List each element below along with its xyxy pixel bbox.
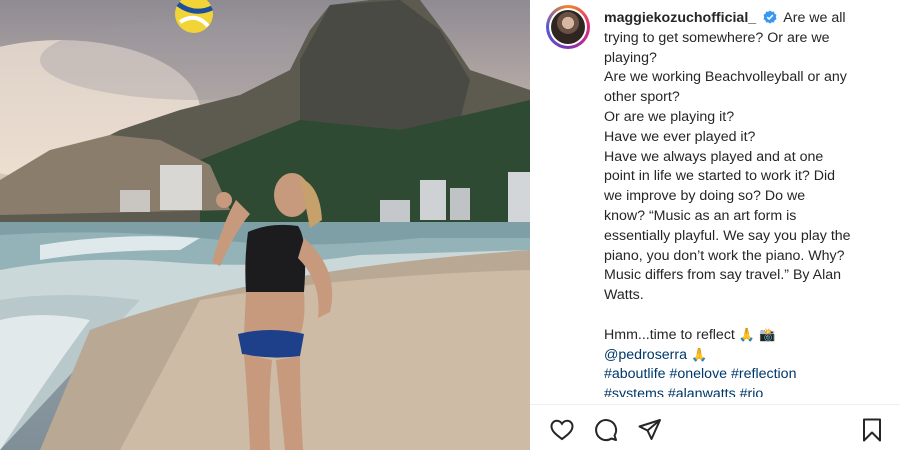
caption-text-line: Have we always played and at one <box>604 148 824 165</box>
caption-text-line: know? “Music as an art form is <box>604 207 797 224</box>
caption-text-line: other sport? <box>604 89 680 106</box>
heart-icon <box>550 419 574 441</box>
bookmark-icon <box>863 418 881 442</box>
comment-icon <box>595 419 618 442</box>
reflect-line: Hmm...time to reflect 🙏 📸 <box>604 326 874 346</box>
avatar-ring-inner <box>549 8 587 46</box>
profile-avatar[interactable] <box>546 5 590 49</box>
caption-text-line: Or are we playing it? <box>604 108 735 125</box>
caption-text-line: point in life we started to work it? Did <box>604 168 836 185</box>
share-button[interactable] <box>636 416 664 444</box>
caption-text-line: Are we working Beachvolleyball or any <box>604 69 847 86</box>
save-button[interactable] <box>858 416 886 444</box>
mention-emoji: 🙏 <box>690 347 708 363</box>
post-action-bar <box>530 405 900 450</box>
like-button[interactable] <box>548 416 576 444</box>
caption-first-line: maggiekozuchofficial_ Are we all <box>604 9 874 29</box>
caption-text-line: piano, you don’t work the piano. Why? <box>604 247 845 264</box>
post-caption: maggiekozuchofficial_ Are we all trying … <box>604 9 874 397</box>
hashtags-line[interactable]: #aboutlife #onelove #reflection <box>604 365 874 385</box>
comment-button[interactable] <box>592 416 620 444</box>
caption-text-line: essentially playful. We say you play the <box>604 227 851 244</box>
caption-text-line: Music differs from say travel.” By Alan <box>604 267 842 284</box>
verified-badge-icon <box>763 10 777 24</box>
reflect-text: Hmm...time to reflect <box>604 326 735 343</box>
mention-link[interactable]: @pedroserra <box>604 347 687 363</box>
post-photo[interactable] <box>0 0 530 450</box>
mention-line: @pedroserra 🙏 <box>604 346 874 366</box>
caption-text-line: playing? <box>604 49 657 66</box>
caption-text-line: Have we ever played it? <box>604 128 756 145</box>
avatar-image <box>551 10 585 44</box>
paper-plane-icon <box>638 419 661 440</box>
caption-text-line: trying to get somewhere? Or are we <box>604 29 830 46</box>
reflect-emojis: 🙏 📸 <box>738 327 776 343</box>
caption-text-line: Watts. <box>604 287 644 304</box>
caption-text-line: we improve by doing so? Do we <box>604 188 806 205</box>
username-link[interactable]: maggiekozuchofficial_ <box>604 10 756 26</box>
hashtags-line[interactable]: #systems #alanwatts #rio <box>604 385 874 397</box>
beach-scene-image <box>0 0 530 450</box>
caption-text-line: Are we all <box>783 10 846 26</box>
